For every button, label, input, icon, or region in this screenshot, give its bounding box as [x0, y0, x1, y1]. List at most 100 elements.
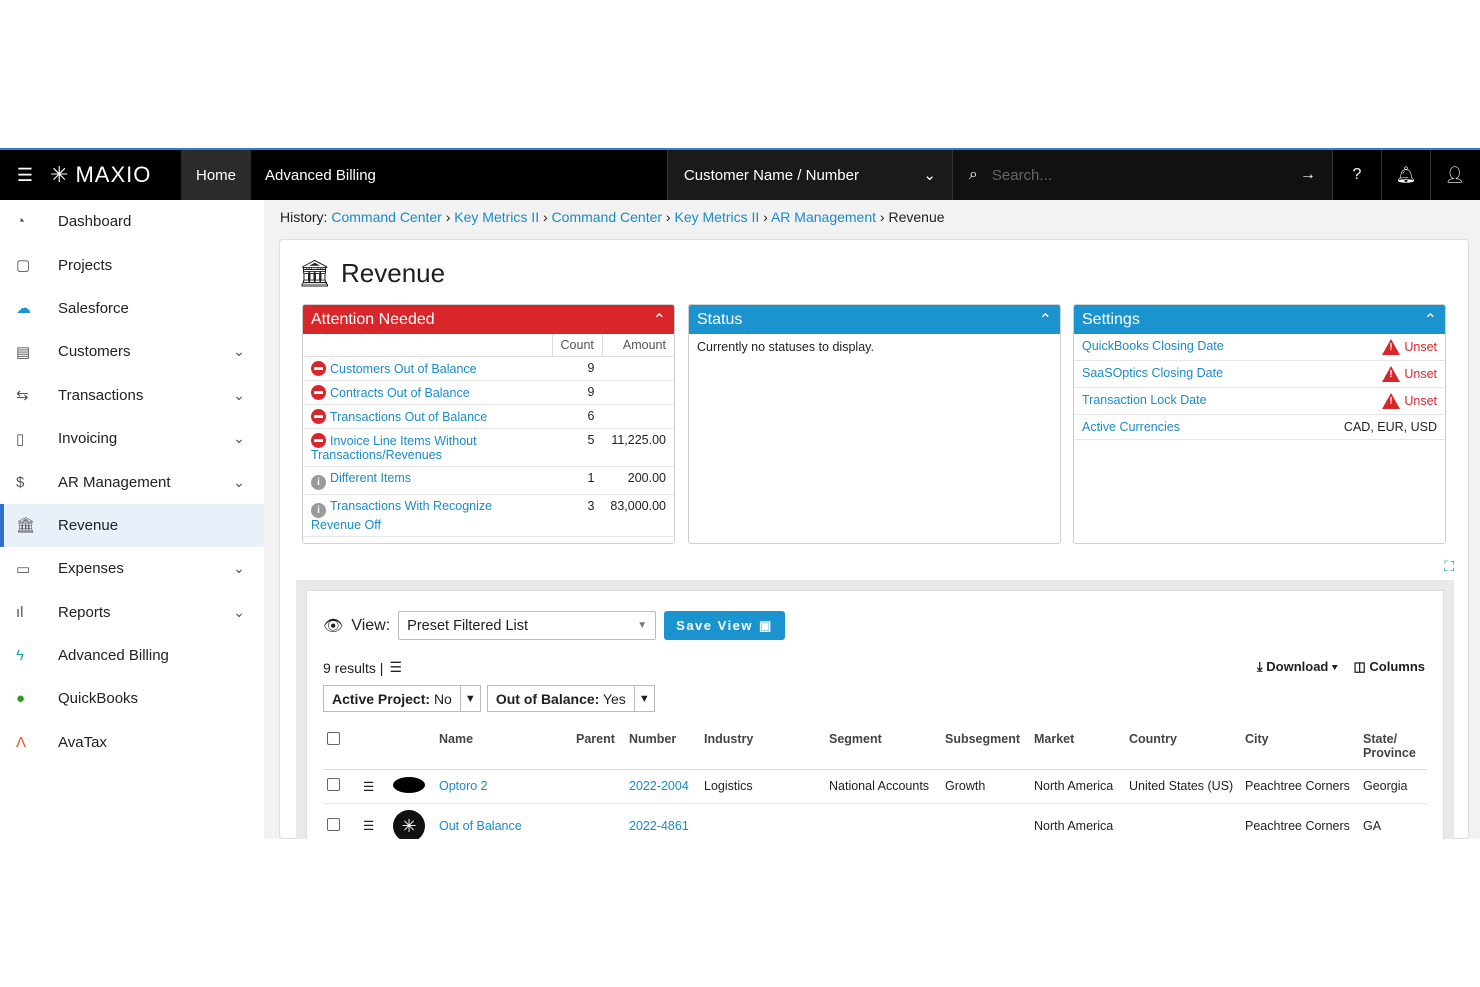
customer-name-link[interactable]: Optoro 2 — [439, 779, 488, 793]
columns-button[interactable]: ◫ Columns — [1353, 659, 1425, 675]
sidebar-item-invoicing[interactable]: ▯ Invoicing ⌄ — [0, 417, 264, 460]
advanced-billing-icon: ϟ — [16, 647, 24, 665]
sidebar-item-advanced-billing[interactable]: ϟ Advanced Billing — [0, 634, 264, 677]
breadcrumb-link[interactable]: Command Center — [552, 209, 663, 225]
customer-number-link[interactable]: 2022-2004 — [629, 779, 689, 793]
settings-link[interactable]: SaaSOptics Closing Date — [1082, 366, 1223, 382]
bank-icon: 🏛︎ — [16, 517, 36, 535]
customer-select[interactable]: Customer Name / Number ⌄ — [666, 150, 952, 200]
select-all-checkbox[interactable] — [327, 732, 340, 745]
stop-icon — [311, 385, 326, 400]
home-tab[interactable]: Home — [181, 150, 251, 200]
breadcrumb-link[interactable]: Key Metrics II — [454, 209, 539, 225]
sidebar-item-dashboard[interactable]: ◔ Dashboard — [0, 200, 264, 243]
attention-link[interactable]: Invoice Line Items Without Transactions/… — [311, 434, 477, 462]
stop-icon — [311, 409, 326, 424]
column-header-city[interactable]: City — [1241, 726, 1359, 770]
customer-number-link[interactable]: 2022-4861 — [629, 819, 689, 833]
sidebar-item-expenses[interactable]: ▭ Expenses ⌄ — [0, 547, 264, 590]
advanced-billing-tab[interactable]: Advanced Billing — [251, 150, 390, 200]
filters-row: Active Project: No ▼ Out of Balance: Yes… — [323, 685, 655, 712]
bank-icon: 🏛︎ — [298, 258, 332, 288]
sidebar-item-quickbooks[interactable]: ● QuickBooks — [0, 677, 264, 720]
out-of-balance-filter[interactable]: Out of Balance: Yes ▼ — [486, 685, 655, 712]
drag-handle-icon[interactable]: ☰ — [359, 803, 389, 839]
sidebar-item-reports[interactable]: ıl Reports ⌄ — [0, 591, 264, 634]
settings-link[interactable]: Transaction Lock Date — [1082, 393, 1207, 409]
info-icon: i — [311, 503, 326, 518]
view-select[interactable]: Preset Filtered List ▼ — [398, 611, 657, 640]
customer-name-link[interactable]: Out of Balance — [439, 819, 522, 833]
save-view-button[interactable]: Save View ▣ — [664, 611, 785, 640]
column-header-market[interactable]: Market — [1030, 726, 1125, 770]
status-panel: Status ⌃ Currently no statuses to displa… — [688, 304, 1061, 544]
breadcrumb-link[interactable]: Key Metrics II — [675, 209, 760, 225]
sidebar-item-label: QuickBooks — [58, 690, 139, 708]
breadcrumb-link[interactable]: Command Center — [331, 209, 442, 225]
sidebar-item-revenue[interactable]: 🏛︎ Revenue — [0, 503, 264, 548]
attention-link[interactable]: Transactions With Recognize Revenue Off — [311, 499, 492, 532]
caret-down-icon[interactable]: ▼ — [459, 686, 480, 711]
filter-sliders-icon[interactable]: ☰ — [389, 659, 402, 676]
status-panel-header[interactable]: Status ⌃ — [689, 305, 1060, 334]
column-header-name[interactable]: Name — [435, 726, 572, 770]
settings-panel-header[interactable]: Settings ⌃ — [1074, 305, 1445, 334]
app-window: ☰ ✳ MAXIO Home Advanced Billing Customer… — [0, 148, 1480, 839]
maxio-star-icon: ✳ — [50, 162, 70, 187]
active-project-filter[interactable]: Active Project: No ▼ — [323, 685, 481, 712]
attention-link[interactable]: Customers Out of Balance — [330, 362, 477, 376]
sidebar-item-avatax[interactable]: Λ AvaTax — [0, 721, 264, 764]
list-card: 👁︎ View: Preset Filtered List ▼ Save Vie… — [306, 590, 1444, 839]
column-header-state[interactable]: State/ Province — [1359, 726, 1427, 770]
sidebar-item-salesforce[interactable]: ☁ Salesforce — [0, 287, 264, 330]
sidebar-item-label: AR Management — [58, 473, 171, 491]
table-row: Contracts Out of Balance 9 — [303, 380, 674, 405]
chevron-up-icon[interactable]: ⌃ — [1039, 310, 1052, 330]
column-header-industry[interactable]: Industry — [700, 726, 825, 770]
count-cell: 1 — [552, 466, 603, 495]
chevron-up-icon[interactable]: ⌃ — [1424, 310, 1437, 330]
drag-handle-icon[interactable]: ☰ — [359, 769, 389, 804]
logo-text: MAXIO — [75, 162, 152, 187]
country-cell: United States (US) — [1125, 769, 1241, 804]
download-button[interactable]: ⤓ Download ▾ — [1257, 659, 1338, 675]
sidebar-item-transactions[interactable]: ⇆ Transactions ⌄ — [0, 374, 264, 417]
user-profile-icon[interactable]: 👤︎ — [1429, 150, 1479, 200]
column-header-subsegment[interactable]: Subsegment — [941, 726, 1030, 770]
settings-row: Transaction Lock Date ! Unset — [1074, 388, 1445, 415]
collapse-menu-icon[interactable]: ☰ — [0, 150, 50, 200]
row-checkbox[interactable] — [327, 817, 340, 831]
table-row: Transactions Out of Balance 6 — [303, 404, 674, 429]
amount-cell: 83,000.00 — [602, 494, 674, 537]
search-go-arrow-icon[interactable]: → — [1300, 166, 1316, 184]
help-icon[interactable]: ? — [1331, 150, 1381, 200]
caret-down-icon[interactable]: ▼ — [633, 686, 654, 711]
sidebar-item-ar-management[interactable]: $ AR Management ⌄ — [0, 460, 264, 503]
column-header-parent[interactable]: Parent — [572, 726, 625, 770]
search-input[interactable] — [991, 166, 1286, 184]
view-row: 👁︎ View: Preset Filtered List ▼ Save Vie… — [323, 611, 785, 640]
table-row: Invoice Line Items Without Transactions/… — [303, 428, 674, 467]
breadcrumb-link[interactable]: AR Management — [771, 209, 876, 225]
city-cell: Peachtree Corners — [1241, 769, 1359, 804]
column-header-country[interactable]: Country — [1125, 726, 1241, 770]
page-title-text: Revenue — [341, 258, 446, 288]
attention-link[interactable]: Different Items — [330, 471, 411, 485]
sidebar-item-label: Revenue — [58, 516, 119, 534]
attention-panel-header[interactable]: Attention Needed ⌃ — [303, 305, 674, 334]
column-header-segment[interactable]: Segment — [825, 726, 941, 770]
settings-link[interactable]: QuickBooks Closing Date — [1082, 339, 1224, 355]
attention-link[interactable]: Contracts Out of Balance — [330, 386, 470, 400]
expand-icon[interactable]: ⛶ — [1444, 558, 1454, 575]
column-header-number[interactable]: Number — [625, 726, 700, 770]
sidebar-item-projects[interactable]: ▢ Projects — [0, 243, 264, 286]
settings-link[interactable]: Active Currencies — [1082, 420, 1180, 434]
unset-badge: ! Unset — [1382, 339, 1437, 355]
row-checkbox[interactable] — [327, 778, 340, 791]
notifications-bell-icon[interactable]: 🔔︎ — [1380, 150, 1430, 200]
chevron-up-icon[interactable]: ⌃ — [653, 310, 666, 330]
stop-icon — [311, 361, 326, 376]
maxio-logo[interactable]: ✳ MAXIO — [50, 150, 181, 200]
sidebar-item-customers[interactable]: ▤ Customers ⌄ — [0, 330, 264, 373]
attention-link[interactable]: Transactions Out of Balance — [330, 410, 487, 424]
